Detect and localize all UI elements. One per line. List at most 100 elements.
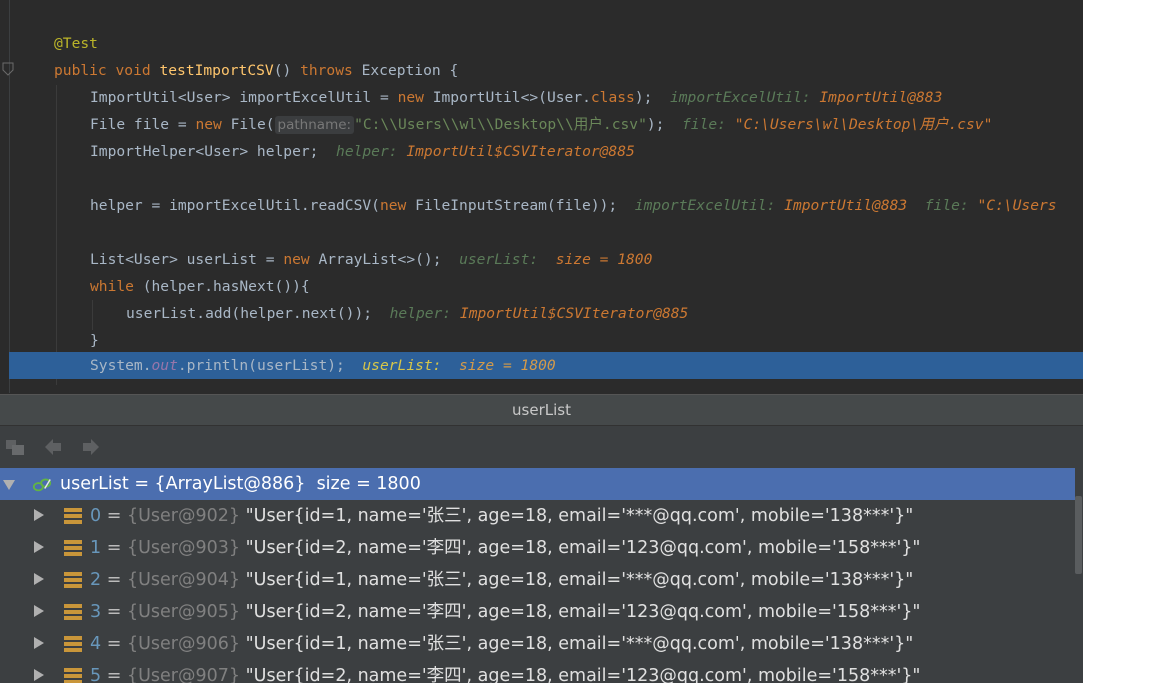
item-index: 2 bbox=[90, 570, 102, 590]
code-text: FileInputStream(file)); bbox=[415, 197, 618, 214]
current-execution-line[interactable]: System.out.println(userList); userList: … bbox=[9, 352, 1083, 379]
code-text: System. bbox=[90, 357, 152, 374]
expand-arrow-icon[interactable] bbox=[34, 509, 44, 521]
code-line: ImportHelper<User> helper; helper: Impor… bbox=[0, 138, 1083, 165]
item-index: 1 bbox=[90, 538, 102, 558]
code-line: helper = importExcelUtil.readCSV(new Fil… bbox=[0, 192, 1083, 219]
debug-popup: userList userList = {ArrayList@886} size… bbox=[0, 394, 1083, 683]
annotation: @Test bbox=[54, 35, 98, 52]
code-line: ImportUtil<User> importExcelUtil = new I… bbox=[0, 84, 1083, 111]
static-field: out bbox=[151, 357, 178, 374]
code-line: List<User> userList = new ArrayList<>();… bbox=[0, 246, 1083, 273]
tree-row[interactable]: 0 = {User@902} "User{id=1, name='张三', ag… bbox=[0, 500, 1075, 532]
code-text: ); bbox=[646, 116, 665, 133]
code-text: (helper.hasNext()){ bbox=[142, 278, 310, 295]
popup-toolbar bbox=[0, 425, 1083, 467]
code-text: userList.add(helper.next()); bbox=[126, 305, 373, 322]
inline-debug-value: helper: ImportUtil$CSVIterator@885 bbox=[336, 143, 635, 160]
ide-window: @Test public void testImportCSV() throws… bbox=[0, 0, 1083, 683]
code-line: @Test bbox=[0, 30, 1083, 57]
item-ref: {User@906} bbox=[126, 634, 241, 654]
code-text: ImportHelper<User> helper; bbox=[90, 143, 319, 160]
code-text: } bbox=[90, 332, 99, 349]
code-text: importExcelUtil bbox=[239, 89, 372, 106]
code-text: ArrayList<>(); bbox=[318, 251, 442, 268]
keyword: new bbox=[379, 197, 407, 214]
object-icon bbox=[64, 668, 82, 683]
expand-arrow-icon[interactable] bbox=[34, 669, 44, 681]
back-arrow-icon[interactable] bbox=[42, 436, 64, 458]
code-text: File( bbox=[230, 116, 275, 133]
root-label: userList = {ArrayList@886} size = 1800 bbox=[60, 474, 421, 494]
item-ref: {User@904} bbox=[126, 570, 241, 590]
keyword: while bbox=[90, 278, 134, 295]
collapse-arrow-icon[interactable] bbox=[3, 480, 15, 490]
item-ref: {User@902} bbox=[126, 506, 241, 526]
variables-tree[interactable]: userList = {ArrayList@886} size = 1800 0… bbox=[0, 468, 1075, 683]
item-ref: {User@907} bbox=[126, 666, 241, 683]
expand-arrow-icon[interactable] bbox=[34, 605, 44, 617]
keyword: public bbox=[54, 62, 107, 79]
view-as-icon[interactable] bbox=[4, 436, 26, 458]
method-name: testImportCSV bbox=[159, 62, 274, 79]
inline-debug-value: userList: size = 1800 bbox=[459, 251, 653, 268]
code-text: = bbox=[379, 89, 389, 106]
keyword: new bbox=[283, 251, 310, 268]
parameter-hint: pathname: bbox=[274, 116, 355, 134]
expand-arrow-icon[interactable] bbox=[34, 541, 44, 553]
keyword: void bbox=[115, 62, 151, 79]
code-editor[interactable]: @Test public void testImportCSV() throws… bbox=[0, 0, 1083, 393]
code-text: ImportUtil<User> bbox=[90, 89, 231, 106]
code-text: File file = bbox=[90, 116, 187, 133]
item-index: 4 bbox=[90, 634, 102, 654]
inline-debug-value: importExcelUtil: ImportUtil@883 file: "C… bbox=[634, 197, 1057, 214]
code-line: public void testImportCSV() throws Excep… bbox=[0, 57, 1083, 84]
code-text: helper = importExcelUtil.readCSV( bbox=[90, 197, 380, 214]
scrollbar-thumb[interactable] bbox=[1075, 496, 1082, 574]
vertical-scrollbar[interactable] bbox=[1075, 468, 1083, 683]
object-icon bbox=[64, 508, 82, 524]
item-value: "User{id=2, name='李四', age=18, email='12… bbox=[245, 602, 921, 622]
inline-debug-value: file: "C:\Users\wl\Desktop\用户.csv" bbox=[682, 116, 993, 133]
code-line: } bbox=[0, 327, 1083, 354]
string-literal: "C:\\Users\\wl\\Desktop\\用户.csv" bbox=[354, 116, 647, 133]
inline-debug-value: helper: ImportUtil$CSVIterator@885 bbox=[389, 305, 689, 322]
tree-row[interactable]: 3 = {User@905} "User{id=2, name='李四', ag… bbox=[0, 596, 1075, 628]
inline-debug-value: importExcelUtil: ImportUtil@883 bbox=[669, 89, 943, 106]
keyword: throws bbox=[300, 62, 353, 79]
expand-arrow-icon[interactable] bbox=[34, 573, 44, 585]
inline-debug-value: userList: size = 1800 bbox=[362, 357, 556, 374]
code-text: ImportUtil<>(User. bbox=[432, 89, 591, 106]
code-text: .println(userList); bbox=[177, 357, 345, 374]
code-text: () bbox=[273, 62, 292, 79]
code-line: userList.add(helper.next()); helper: Imp… bbox=[0, 300, 1083, 327]
item-ref: {User@905} bbox=[126, 602, 241, 622]
popup-title: userList bbox=[0, 394, 1083, 426]
item-ref: {User@903} bbox=[126, 538, 241, 558]
watch-variable-icon bbox=[32, 478, 52, 492]
tree-row[interactable]: 1 = {User@903} "User{id=2, name='李四', ag… bbox=[0, 532, 1075, 564]
tree-row[interactable]: 5 = {User@907} "User{id=2, name='李四', ag… bbox=[0, 660, 1075, 683]
tree-root-row[interactable]: userList = {ArrayList@886} size = 1800 bbox=[0, 468, 1075, 500]
expand-arrow-icon[interactable] bbox=[34, 637, 44, 649]
code-line: File file = new File(pathname: "C:\\Users… bbox=[0, 111, 1083, 138]
code-text: Exception { bbox=[361, 62, 459, 79]
code-line: while (helper.hasNext()){ bbox=[0, 273, 1083, 300]
keyword: new bbox=[397, 89, 424, 106]
keyword: new bbox=[195, 116, 222, 133]
item-index: 5 bbox=[90, 666, 102, 683]
item-value: "User{id=1, name='张三', age=18, email='**… bbox=[245, 506, 914, 526]
item-value: "User{id=1, name='张三', age=18, email='**… bbox=[245, 570, 914, 590]
forward-arrow-icon[interactable] bbox=[80, 436, 102, 458]
object-icon bbox=[64, 604, 82, 620]
object-icon bbox=[64, 540, 82, 556]
item-value: "User{id=2, name='李四', age=18, email='12… bbox=[245, 538, 921, 558]
item-value: "User{id=2, name='李四', age=18, email='12… bbox=[245, 666, 921, 683]
item-index: 3 bbox=[90, 602, 102, 622]
code-text: List<User> userList = bbox=[90, 251, 275, 268]
item-value: "User{id=1, name='张三', age=18, email='**… bbox=[245, 634, 914, 654]
tree-row[interactable]: 2 = {User@904} "User{id=1, name='张三', ag… bbox=[0, 564, 1075, 596]
keyword: class bbox=[590, 89, 635, 106]
item-index: 0 bbox=[90, 506, 102, 526]
tree-row[interactable]: 4 = {User@906} "User{id=1, name='张三', ag… bbox=[0, 628, 1075, 660]
